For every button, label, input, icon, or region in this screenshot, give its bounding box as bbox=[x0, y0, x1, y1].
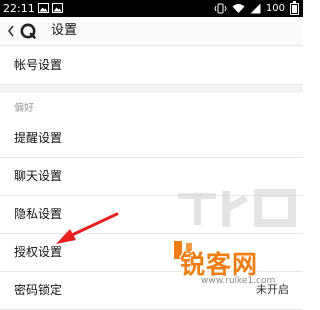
settings-item-chat[interactable]: 聊天设置 bbox=[0, 158, 303, 196]
notification-image-icon bbox=[38, 3, 49, 13]
battery-fill bbox=[292, 4, 297, 13]
settings-item-label: 隐私设置 bbox=[14, 207, 63, 221]
vibrate-icon bbox=[214, 3, 227, 14]
settings-item-label: 密码锁定 bbox=[14, 283, 63, 297]
status-bar: 22:11 100 bbox=[0, 0, 303, 17]
title-bar: 设置 bbox=[0, 17, 303, 46]
status-icons: 100 bbox=[214, 0, 299, 17]
wifi-icon bbox=[232, 4, 245, 13]
settings-item-label: 提醒设置 bbox=[14, 131, 63, 145]
page-title: 设置 bbox=[51, 23, 78, 38]
section-divider bbox=[0, 85, 303, 93]
battery-label: 100 bbox=[265, 3, 285, 14]
settings-item-label: 帐号设置 bbox=[14, 58, 63, 72]
section-header-preferences: 偏好 bbox=[14, 103, 34, 114]
back-button[interactable] bbox=[6, 22, 40, 40]
settings-item-reminder[interactable]: 提醒设置 bbox=[0, 120, 303, 158]
status-time: 22:11 bbox=[3, 2, 35, 15]
notification-image-icon bbox=[52, 3, 63, 13]
app-logo-icon bbox=[20, 23, 36, 39]
chevron-left-icon bbox=[7, 25, 14, 37]
signal-icon bbox=[250, 3, 261, 14]
settings-item-account[interactable]: 帐号设置 bbox=[0, 47, 303, 85]
settings-item-label: 授权设置 bbox=[14, 245, 63, 259]
watermark-url: www.ruike1.com bbox=[201, 276, 276, 286]
settings-item-label: 聊天设置 bbox=[14, 169, 63, 183]
settings-item-privacy[interactable]: 隐私设置 bbox=[0, 196, 303, 234]
battery-icon bbox=[290, 0, 299, 15]
